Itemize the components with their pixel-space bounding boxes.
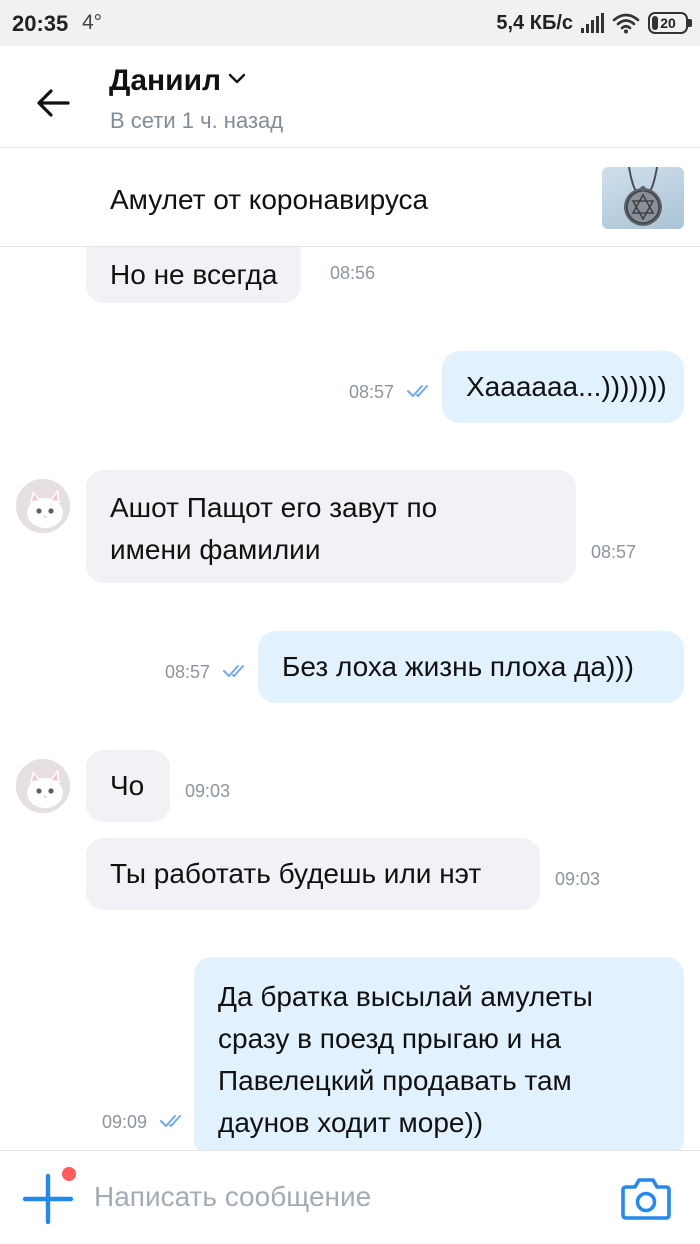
message-bubble-incoming[interactable]: Но не всегда bbox=[86, 247, 302, 303]
cat-avatar-icon bbox=[16, 759, 70, 813]
avatar[interactable] bbox=[16, 759, 70, 813]
status-time: 20:35 bbox=[12, 11, 69, 36]
pinned-message[interactable]: Амулет от коронавируса bbox=[0, 149, 700, 247]
amulet-image bbox=[624, 167, 662, 226]
double-check-icon bbox=[223, 665, 244, 677]
camera-button[interactable] bbox=[620, 1175, 672, 1221]
status-indicators: 5,4 КБ/с 20 bbox=[496, 10, 692, 36]
battery-fill bbox=[652, 16, 658, 30]
signal-icon bbox=[581, 13, 604, 33]
message-text-line: сразу в поезд прыгаю и на bbox=[218, 1023, 562, 1054]
wifi-icon bbox=[612, 13, 640, 34]
cat-avatar-icon bbox=[16, 479, 70, 533]
contact-name[interactable]: Даниил bbox=[109, 64, 221, 98]
message-text: Без лоха жизнь плоха да))) bbox=[282, 651, 634, 682]
message-text-line: Павелецкий продавать там bbox=[218, 1065, 572, 1096]
message-time: 08:57 bbox=[349, 382, 395, 402]
double-check-icon bbox=[160, 1115, 181, 1127]
message-text-line: даунов ходит море)) bbox=[218, 1107, 484, 1138]
chevron-down-icon[interactable] bbox=[228, 73, 246, 85]
message-list[interactable]: Но не всегда 08:56 08:57 Хаааааа...)))))… bbox=[0, 247, 700, 1150]
camera-icon bbox=[621, 1178, 671, 1220]
notification-dot bbox=[60, 1165, 78, 1183]
message-bubble-outgoing[interactable]: Без лоха жизнь плоха да))) bbox=[258, 631, 684, 703]
arrow-left-icon bbox=[37, 89, 70, 117]
status-bar: 20:35 4° 5,4 КБ/с 20 bbox=[0, 0, 700, 46]
status-temperature: 4° bbox=[82, 11, 103, 34]
message-composer bbox=[0, 1150, 700, 1244]
message-bubble-incoming[interactable]: Чо bbox=[86, 750, 170, 822]
double-check-icon bbox=[407, 385, 428, 397]
message-text-line: имени фамилии bbox=[110, 534, 321, 565]
message-time: 09:09 bbox=[102, 1112, 148, 1132]
message-time: 08:57 bbox=[591, 542, 637, 562]
last-seen-status: В сети 1 ч. назад bbox=[110, 108, 284, 133]
message-text-line: Да братка высылай амулеты bbox=[218, 981, 593, 1012]
pinned-thumbnail[interactable] bbox=[602, 167, 684, 229]
message-input[interactable] bbox=[94, 1175, 594, 1219]
pinned-message-text: Амулет от коронавируса bbox=[110, 184, 429, 215]
message-bubble-incoming[interactable]: Ты работать будешь или нэт bbox=[86, 838, 540, 910]
message-text: Но не всегда bbox=[110, 259, 278, 290]
message-time: 08:57 bbox=[165, 662, 211, 682]
message-time: 09:03 bbox=[555, 869, 601, 889]
chat-header: Даниил В сети 1 ч. назад bbox=[0, 46, 700, 148]
message-text: Чо bbox=[110, 770, 145, 801]
chat-screen: 20:35 4° 5,4 КБ/с 20 Даниил В сети 1 ч. … bbox=[0, 0, 700, 1244]
message-text-line: Ашот Пащот его завут по bbox=[110, 492, 438, 523]
back-button[interactable] bbox=[26, 76, 80, 130]
message-bubble-incoming[interactable]: Ашот Пащот его завут по имени фамилии bbox=[86, 470, 576, 583]
message-text: Ты работать будешь или нэт bbox=[110, 858, 482, 889]
message-text: Хаааааа...))))))) bbox=[466, 371, 667, 402]
message-time: 09:03 bbox=[185, 781, 231, 801]
message-time: 08:56 bbox=[330, 263, 376, 283]
battery-icon: 20 bbox=[648, 12, 692, 34]
battery-level: 20 bbox=[660, 15, 676, 31]
avatar[interactable] bbox=[16, 479, 70, 533]
message-bubble-outgoing[interactable]: Хаааааа...))))))) bbox=[442, 351, 684, 423]
network-speed: 5,4 КБ/с bbox=[496, 11, 573, 34]
message-bubble-outgoing[interactable]: Да братка высылай амулеты сразу в поезд … bbox=[194, 957, 684, 1150]
